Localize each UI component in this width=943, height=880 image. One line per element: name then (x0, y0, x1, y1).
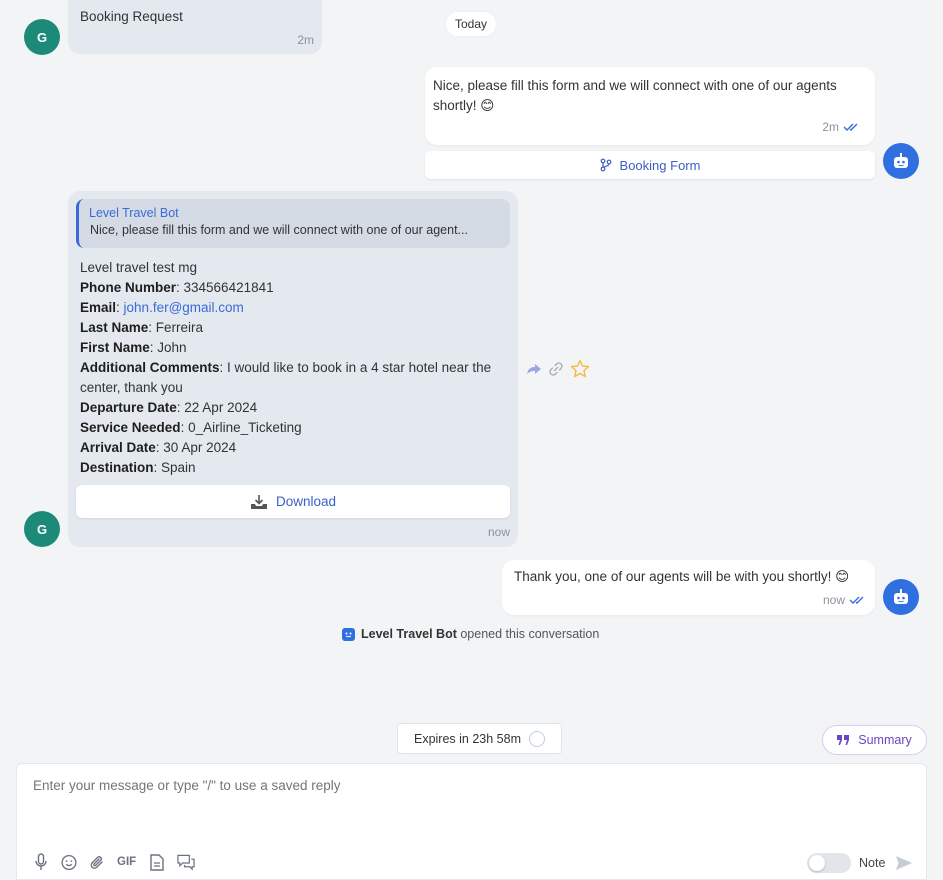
form-field: Last Name: Ferreira (80, 318, 508, 338)
field-label: Arrival Date (80, 440, 156, 455)
branch-icon (600, 158, 611, 172)
form-intro: Level travel test mg (80, 260, 198, 275)
field-label: Service Needed (80, 420, 181, 435)
message-bubble-incoming: Level Travel Bot Nice, please fill this … (68, 191, 518, 547)
contact-avatar[interactable]: G (24, 511, 60, 547)
link-icon[interactable] (548, 361, 564, 377)
reply-text: Nice, please fill this form and we will … (90, 223, 468, 237)
document-icon[interactable] (149, 853, 165, 871)
bot-icon (894, 589, 908, 604)
field-value: : 0_Airline_Ticketing (180, 420, 302, 435)
send-icon[interactable] (895, 855, 913, 871)
message-bubble-outgoing: Thank you, one of our agents will be wit… (502, 560, 875, 615)
gif-button[interactable]: GIF (117, 856, 137, 868)
summary-label: Summary (858, 733, 912, 747)
emoji-icon[interactable] (61, 854, 77, 871)
bot-icon (894, 153, 908, 168)
form-field: Phone Number: 334566421841 (80, 278, 508, 298)
bot-icon (342, 627, 355, 641)
double-check-icon (843, 123, 858, 131)
date-divider: Today (446, 12, 497, 36)
message-actions (526, 359, 590, 378)
star-icon[interactable] (570, 359, 590, 378)
message-time: 2m (297, 33, 314, 47)
field-value: : 30 Apr 2024 (155, 440, 237, 455)
booking-form-label: Booking Form (619, 157, 701, 173)
message-composer: GIF Note (16, 763, 927, 880)
timer-circle-icon (529, 730, 545, 747)
composer-toolbar: GIF (33, 853, 195, 871)
quote-icon (837, 735, 850, 745)
chat-bubbles-icon[interactable] (177, 854, 195, 871)
expiry-text: Expires in 23h 58m (413, 731, 521, 746)
field-label: Destination (80, 460, 154, 475)
field-value: : 22 Apr 2024 (176, 400, 258, 415)
message-time: now (487, 525, 510, 539)
bot-avatar[interactable] (883, 579, 919, 615)
field-label: Email (80, 300, 117, 315)
download-button[interactable]: Download (76, 485, 510, 518)
paperclip-icon[interactable] (89, 854, 105, 871)
form-field: Additional Comments: I would like to boo… (80, 358, 508, 398)
download-icon (250, 494, 267, 509)
note-toggle[interactable] (807, 853, 851, 873)
booking-form-button[interactable]: Booking Form (425, 151, 875, 179)
message-time: 2m (822, 120, 839, 134)
double-check-icon (849, 596, 864, 604)
form-content: Level travel test mg Phone Number: 33456… (80, 258, 508, 478)
expiry-badge: Expires in 23h 58m (397, 723, 562, 754)
form-field: Departure Date: 22 Apr 2024 (80, 398, 508, 418)
field-label: Phone Number (80, 280, 177, 295)
field-value: : 334566421841 (176, 280, 274, 295)
avatar-initial: G (36, 29, 48, 45)
activity-message: Level Travel Bot opened this conversatio… (342, 627, 599, 641)
activity-actor: Level Travel Bot (361, 627, 457, 641)
message-bubble-outgoing: Nice, please fill this form and we will … (425, 67, 875, 145)
reply-author: Level Travel Bot (89, 206, 179, 220)
field-label: Departure Date (80, 400, 177, 415)
field-label: Last Name (80, 320, 149, 335)
form-field: First Name: John (80, 338, 508, 358)
activity-text: opened this conversation (456, 627, 600, 641)
form-field: Service Needed: 0_Airline_Ticketing (80, 418, 508, 438)
message-text: Booking Request (80, 9, 183, 24)
reply-quote[interactable]: Level Travel Bot Nice, please fill this … (76, 199, 510, 248)
message-text: Thank you, one of our agents will be wit… (514, 569, 850, 584)
field-value: : Spain (153, 460, 196, 475)
contact-avatar[interactable]: G (24, 19, 60, 55)
message-bubble-incoming: Booking Request 2m (68, 0, 322, 54)
note-label: Note (859, 856, 886, 870)
message-input[interactable] (33, 778, 903, 838)
download-label: Download (275, 494, 337, 509)
avatar-initial: G (36, 521, 48, 537)
message-time: now (822, 593, 845, 607)
form-field: Arrival Date: 30 Apr 2024 (80, 438, 508, 458)
message-text: Nice, please fill this form and we will … (433, 78, 837, 113)
field-label: First Name (80, 340, 150, 355)
email-link[interactable]: john.fer@gmail.com (124, 300, 244, 315)
form-field: Email: john.fer@gmail.com (80, 300, 244, 315)
field-label: Additional Comments (80, 360, 220, 375)
field-value: : Ferreira (148, 320, 204, 335)
bot-avatar[interactable] (883, 143, 919, 179)
form-field: Destination: Spain (80, 458, 508, 478)
forward-icon[interactable] (526, 362, 542, 376)
mic-icon[interactable] (33, 853, 49, 871)
field-value: : John (149, 340, 187, 355)
summary-button[interactable]: Summary (822, 725, 927, 755)
